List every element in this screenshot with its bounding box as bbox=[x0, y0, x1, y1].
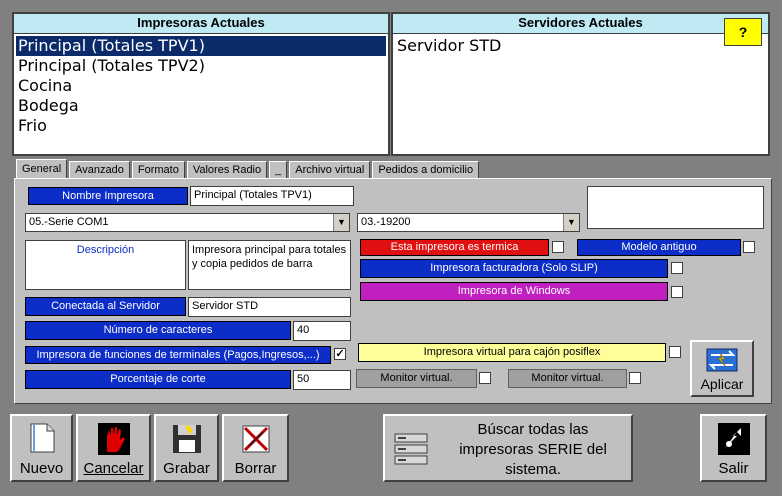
slip-checkbox[interactable] bbox=[671, 262, 683, 274]
old-model-checkbox[interactable] bbox=[743, 241, 755, 253]
delete-icon bbox=[239, 422, 273, 460]
server-label: Conectada al Servidor bbox=[25, 297, 186, 316]
servers-list: Servidor STD bbox=[395, 36, 766, 56]
tab-archivo-virtual[interactable]: Archivo virtual bbox=[289, 161, 371, 179]
monitor1-label: Monitor virtual. bbox=[356, 369, 477, 388]
help-button[interactable]: ? bbox=[724, 18, 762, 46]
printers-list: Principal (Totales TPV1) Principal (Tota… bbox=[16, 36, 386, 136]
apply-button[interactable]: Aplicar bbox=[690, 340, 754, 397]
exit-icon bbox=[717, 422, 751, 460]
tab-avanzado[interactable]: Avanzado bbox=[69, 161, 130, 179]
windows-label: Impresora de Windows bbox=[360, 282, 668, 301]
printers-list-panel: Impresoras Actuales Principal (Totales T… bbox=[12, 12, 390, 156]
serial-ports-icon bbox=[393, 432, 429, 470]
save-button-label: Grabar bbox=[163, 460, 210, 477]
terminal-funcs-label: Impresora de funciones de terminales (Pa… bbox=[25, 346, 331, 364]
windows-checkbox[interactable] bbox=[671, 286, 683, 298]
monitor1-checkbox[interactable] bbox=[479, 372, 491, 384]
notes-box[interactable] bbox=[587, 186, 764, 229]
delete-button[interactable]: Borrar bbox=[222, 414, 289, 482]
new-document-icon bbox=[27, 422, 57, 458]
old-model-label: Modelo antiguo bbox=[577, 239, 741, 256]
terminal-funcs-checkbox[interactable]: ✓ bbox=[334, 348, 346, 360]
tab-bar: General Avanzado Formato Valores Radio _… bbox=[16, 159, 481, 179]
cut-pct-label: Porcentaje de corte bbox=[25, 370, 291, 389]
printers-list-title: Impresoras Actuales bbox=[14, 14, 388, 34]
chars-field[interactable]: 40 bbox=[293, 321, 351, 341]
tab-general[interactable]: General bbox=[16, 159, 68, 179]
printer-item[interactable]: Principal (Totales TPV2) bbox=[16, 56, 386, 76]
delete-button-label: Borrar bbox=[234, 460, 277, 477]
chevron-down-icon[interactable]: ▼ bbox=[563, 214, 579, 231]
chevron-down-icon[interactable]: ▼ bbox=[333, 214, 349, 231]
thermal-label: Esta impresora es termica bbox=[360, 239, 549, 256]
new-button-label: Nuevo bbox=[19, 460, 64, 477]
tab-pedidos-domicilio[interactable]: Pedidos a domicilio bbox=[372, 161, 480, 179]
servers-list-title: Servidores Actuales bbox=[393, 14, 768, 34]
tab-underscore[interactable]: _ bbox=[269, 161, 288, 179]
servers-list-panel: Servidores Actuales Servidor STD ? bbox=[391, 12, 770, 156]
description-field[interactable]: Impresora principal para totales y copia… bbox=[188, 240, 351, 290]
server-item[interactable]: Servidor STD bbox=[395, 36, 766, 56]
exit-button[interactable]: Salir bbox=[700, 414, 767, 482]
description-label-box: Descripción bbox=[25, 240, 186, 290]
floppy-disk-icon bbox=[170, 422, 204, 460]
printer-item[interactable]: Principal (Totales TPV1) bbox=[16, 36, 386, 56]
printer-item[interactable]: Cocina bbox=[16, 76, 386, 96]
server-field[interactable]: Servidor STD bbox=[188, 297, 351, 317]
search-serial-button[interactable]: Búscar todas las impresoras SERIE del si… bbox=[383, 414, 633, 482]
printer-item[interactable]: Frio bbox=[16, 116, 386, 136]
thermal-checkbox[interactable] bbox=[552, 241, 564, 253]
printer-name-label: Nombre Impresora bbox=[28, 187, 188, 205]
tab-formato[interactable]: Formato bbox=[131, 161, 185, 179]
port-select[interactable]: 05.-Serie COM1 ▼ bbox=[25, 213, 350, 232]
cut-pct-field[interactable]: 50 bbox=[293, 370, 351, 390]
printer-item[interactable]: Bodega bbox=[16, 96, 386, 116]
chars-label: Número de caracteres bbox=[25, 321, 291, 340]
monitor2-checkbox[interactable] bbox=[629, 372, 641, 384]
exit-button-label: Salir bbox=[718, 460, 749, 477]
apply-icon bbox=[705, 345, 739, 379]
posiflex-checkbox[interactable] bbox=[669, 346, 681, 358]
monitor2-label: Monitor virtual. bbox=[508, 369, 627, 388]
cancel-button-label: Cancelar bbox=[83, 460, 144, 477]
tab-valores-radio[interactable]: Valores Radio bbox=[186, 161, 268, 179]
apply-button-label: Aplicar bbox=[700, 376, 744, 392]
port-select-value: 05.-Serie COM1 bbox=[29, 216, 109, 228]
printer-name-field[interactable]: Principal (Totales TPV1) bbox=[190, 186, 354, 206]
save-button[interactable]: Grabar bbox=[154, 414, 219, 482]
cancel-button[interactable]: Cancelar bbox=[76, 414, 151, 482]
description-label: Descripción bbox=[76, 244, 135, 256]
baud-select-value: 03.-19200 bbox=[361, 216, 411, 228]
stop-hand-icon bbox=[97, 422, 131, 460]
baud-select[interactable]: 03.-19200 ▼ bbox=[357, 213, 580, 232]
posiflex-label: Impresora virtual para cajón posiflex bbox=[358, 343, 666, 362]
search-serial-button-label: Búscar todas las impresoras SERIE del si… bbox=[459, 421, 607, 478]
new-button[interactable]: Nuevo bbox=[10, 414, 73, 482]
slip-label: Impresora facturadora (Solo SLIP) bbox=[360, 259, 668, 278]
